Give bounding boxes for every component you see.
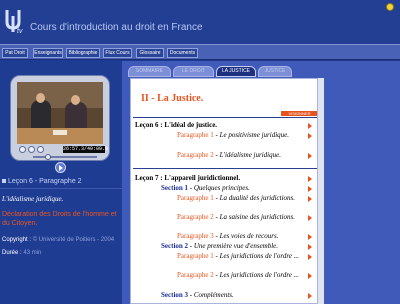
nav-flux-cours[interactable]: Flux Cours [103, 48, 132, 58]
lesson-7-section-2[interactable]: Section 2 - Une première vue d'ensemble. [161, 242, 307, 251]
section-1-paragraph-1[interactable]: Paragraphe 1 - La dualité des juridictio… [177, 194, 305, 203]
video-player: 26:57.3/40:09.0 [10, 75, 110, 161]
duration-info: Durée : 43 min [2, 250, 42, 256]
arrow-icon[interactable] [308, 234, 312, 240]
course-content: II - La Justice. VISIONNER Leçon 6 : L'i… [130, 78, 318, 304]
main-nav: Pat Droit Enseignants Bibliographie Flux… [0, 44, 400, 60]
smiley-icon[interactable] [386, 3, 394, 11]
divider [133, 168, 317, 169]
site-title: Cours d'introduction au droit en France [30, 22, 203, 33]
nav-enseignants[interactable]: Enseignants [33, 48, 63, 58]
content-scrollbar[interactable] [318, 78, 324, 304]
arrow-icon[interactable] [308, 196, 312, 202]
arrow-icon[interactable] [308, 273, 312, 279]
seek-handle[interactable] [45, 154, 51, 160]
lesson-7-heading[interactable]: Leçon 7 : L'appareil juridictionnel. [135, 174, 240, 183]
arrow-icon[interactable] [308, 153, 312, 159]
nav-glossaire[interactable]: Glossaire [136, 48, 164, 58]
nav-documents[interactable]: Documents [167, 48, 198, 58]
tab-le-droit[interactable]: LE DROIT [173, 66, 214, 77]
arrow-icon[interactable] [308, 133, 312, 139]
tab-la-justice[interactable]: LA JUSTICE [216, 66, 256, 77]
content-title: II - La Justice. [141, 93, 204, 104]
lesson-7-section-1[interactable]: Section 1 - Quelques principes. [161, 184, 307, 193]
copyright-info: Copyright : © Université de Poitiers - 2… [2, 237, 115, 243]
video-frame[interactable] [17, 82, 103, 144]
nav-bibliographie[interactable]: Bibliographie [66, 48, 100, 58]
nav-pat-droit[interactable]: Pat Droit [2, 48, 28, 58]
stop-icon[interactable] [37, 146, 44, 153]
right-panel: SOMMAIRE LE DROIT LA JUSTICE JUSTICE II … [122, 61, 400, 304]
tab-sommaire[interactable]: SOMMAIRE [128, 66, 171, 77]
rewind-icon[interactable] [19, 146, 26, 153]
tab-strip: SOMMAIRE LE DROIT LA JUSTICE JUSTICE [128, 66, 390, 78]
arrow-icon[interactable] [308, 176, 312, 182]
declaration-link[interactable]: Déclaration des Droits de l'homme et du … [2, 210, 120, 228]
lesson-7-section-3[interactable]: Section 3 - Compléments. [161, 291, 307, 300]
section-1-paragraph-3[interactable]: Paragraphe 3 - Les voies de recours. [177, 232, 305, 241]
section-2-paragraph-1[interactable]: Paragraphe 1 - Les juridictions de l'ord… [177, 252, 305, 261]
tab-justice[interactable]: JUSTICE [258, 66, 292, 77]
arrow-icon[interactable] [308, 123, 312, 129]
lesson-6-paragraph-2[interactable]: Paragraphe 2 - L'idéalisme juridique. [177, 151, 305, 160]
app-header: tv Cours d'introduction au droit en Fran… [0, 0, 400, 44]
play-icon[interactable] [55, 162, 66, 173]
section-2-paragraph-2[interactable]: Paragraphe 2 - Les juridictions de l'ord… [177, 271, 305, 280]
paragraph-title: L'idéalisme juridique. [2, 195, 64, 203]
seek-bar[interactable] [33, 156, 97, 158]
lesson-6-heading[interactable]: Leçon 6 : L'idéal de justice. [135, 121, 217, 130]
visionner-button[interactable]: VISIONNER [281, 111, 317, 116]
arrow-icon[interactable] [308, 215, 312, 221]
timecode-display: 26:57.3/40:09.0 [63, 146, 109, 153]
pause-icon[interactable] [28, 146, 35, 153]
uptv-logo-icon[interactable]: tv [4, 6, 26, 34]
divider [133, 117, 317, 118]
left-panel: 26:57.3/40:09.0 Leçon 6 - Paragraphe 2 L… [0, 61, 122, 304]
arrow-icon[interactable] [308, 254, 312, 260]
divider [0, 188, 122, 189]
bullet-icon [2, 179, 6, 184]
arrow-icon[interactable] [308, 186, 312, 192]
section-1-paragraph-2[interactable]: Paragraphe 2 - La saisine des juridictio… [177, 213, 305, 222]
arrow-icon[interactable] [308, 244, 312, 250]
svg-text:tv: tv [17, 28, 23, 34]
lesson-label: Leçon 6 - Paragraphe 2 [2, 178, 82, 185]
lesson-6-paragraph-1[interactable]: Paragraphe 1 - Le positivisme juridique. [177, 131, 305, 140]
arrow-icon[interactable] [308, 293, 312, 299]
